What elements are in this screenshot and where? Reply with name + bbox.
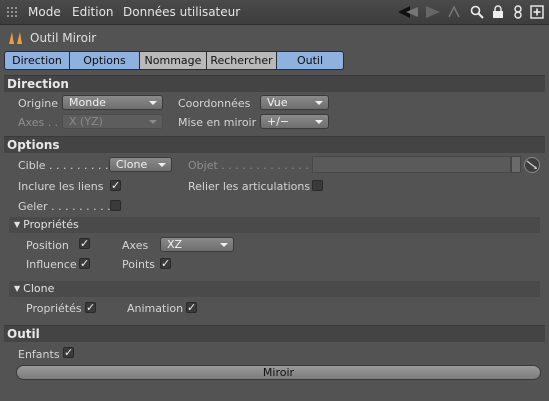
cible-value: Clone (116, 158, 148, 171)
new-window-icon[interactable] (529, 4, 545, 20)
tab-direction[interactable]: Direction (4, 51, 70, 70)
chevron-down-icon (315, 120, 323, 124)
pin-icon[interactable] (510, 4, 526, 20)
object-picker-icon[interactable] (523, 156, 541, 177)
mirror-tool-icon (7, 30, 25, 49)
coordonnees-value: Vue (267, 96, 288, 109)
geler-checkbox[interactable] (110, 200, 121, 211)
chevron-down-icon (315, 101, 323, 105)
chevron-down-icon (149, 101, 157, 105)
proprietes-header-label: Propriétés (23, 218, 79, 231)
position-label: Position (26, 239, 69, 252)
mise-en-miroir-label: Mise en miroir (178, 116, 257, 129)
forward-arrow-icon[interactable] (423, 4, 443, 20)
subsection-proprietes[interactable]: ▼ Propriétés (9, 217, 540, 233)
enfants-label: Enfants (18, 348, 60, 361)
clone-proprietes-label: Propriétés (26, 302, 82, 315)
animation-checkbox[interactable]: ✓ (186, 302, 197, 313)
collapse-triangle-icon: ▼ (14, 284, 21, 293)
menu-donnees-utilisateur[interactable]: Données utilisateur (123, 5, 240, 19)
origine-label: Origine (18, 97, 59, 110)
cible-select[interactable]: Clone (109, 157, 172, 172)
up-arrow-icon[interactable] (446, 4, 462, 20)
back-arrow-icon[interactable] (397, 4, 419, 20)
coordonnees-select[interactable]: Vue (260, 95, 329, 110)
menu-mode[interactable]: Mode (28, 5, 61, 19)
prop-axes-label: Axes (122, 239, 149, 252)
objet-label: Objet . . . . . . . . . . . . . . . (188, 159, 323, 172)
chevron-down-icon (149, 120, 157, 124)
tab-rechercher[interactable]: Rechercher (207, 51, 277, 70)
section-options[interactable]: Options (4, 136, 545, 153)
miroir-button[interactable]: Miroir (16, 365, 541, 380)
enfants-checkbox[interactable]: ✓ (63, 347, 74, 358)
tab-nommage[interactable]: Nommage (140, 51, 207, 70)
lock-icon[interactable] (490, 4, 506, 20)
mise-en-miroir-select[interactable]: +/− (260, 114, 329, 129)
axes-label: Axes . . (18, 116, 59, 129)
animation-label: Animation (127, 302, 184, 315)
tab-options[interactable]: Options (70, 51, 140, 70)
prop-axes-value: XZ (167, 238, 183, 251)
axes-value: X (YZ) (69, 115, 103, 128)
objet-field-handle[interactable] (511, 156, 521, 173)
objet-link-field[interactable] (312, 156, 511, 173)
influence-label: Influence (26, 258, 77, 271)
geler-label: Geler . . . . . . . . . (18, 200, 111, 213)
inclure-liens-checkbox[interactable]: ✓ (110, 180, 121, 191)
tool-title: Outil Miroir (30, 31, 97, 45)
points-checkbox[interactable]: ✓ (160, 258, 171, 269)
relier-articulations-label: Relier les articulations (188, 180, 311, 193)
position-checkbox[interactable]: ✓ (79, 238, 90, 249)
chevron-down-icon (158, 163, 166, 167)
inclure-liens-label: Inclure les liens (18, 180, 104, 193)
subsection-clone[interactable]: ▼ Clone (9, 281, 540, 297)
menu-edition[interactable]: Edition (72, 5, 114, 19)
section-outil[interactable]: Outil (4, 325, 545, 342)
mise-en-miroir-value: +/− (267, 115, 290, 128)
origine-value: Monde (69, 96, 106, 109)
clone-proprietes-checkbox[interactable]: ✓ (85, 302, 96, 313)
menu-bar: Mode Edition Données utilisateur (0, 0, 549, 25)
tab-bar: Direction Options Nommage Rechercher Out… (4, 51, 344, 70)
tab-outil[interactable]: Outil (277, 51, 344, 70)
coordonnees-label: Coordonnées (178, 97, 251, 110)
chevron-down-icon (220, 243, 228, 247)
collapse-triangle-icon: ▼ (14, 220, 21, 229)
prop-axes-select[interactable]: XZ (160, 237, 234, 252)
clone-header-label: Clone (23, 282, 55, 295)
grip-icon[interactable] (6, 6, 18, 18)
points-label: Points (122, 258, 156, 271)
relier-articulations-checkbox[interactable] (312, 180, 323, 191)
cible-label: Cible . . . . . . . . . (18, 159, 109, 172)
search-icon[interactable] (469, 4, 485, 20)
section-direction[interactable]: Direction (4, 75, 545, 92)
influence-checkbox[interactable]: ✓ (79, 258, 90, 269)
origine-select[interactable]: Monde (62, 95, 163, 110)
axes-select: X (YZ) (62, 114, 163, 129)
